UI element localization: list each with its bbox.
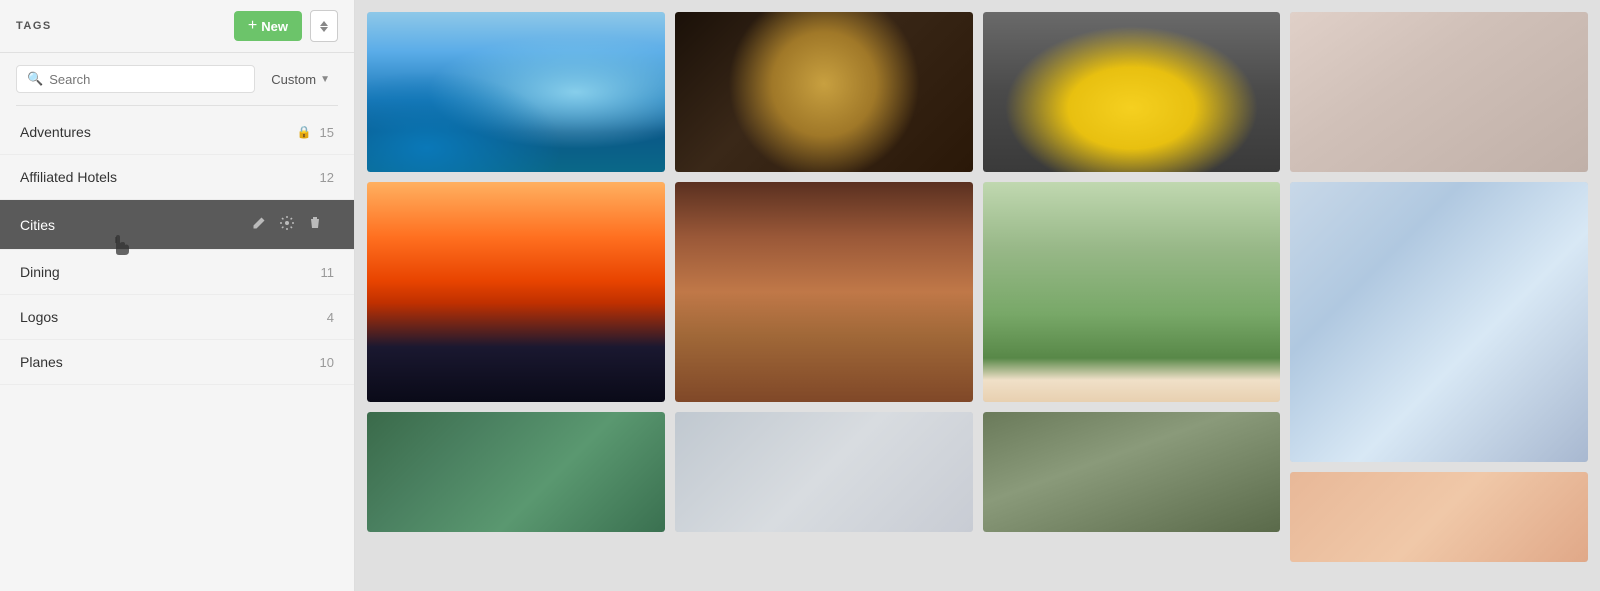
search-wrapper[interactable]: 🔍 — [16, 65, 255, 93]
tags-title: TAGS — [16, 20, 226, 32]
tag-name-planes: Planes — [20, 354, 320, 370]
tag-count-dining: 11 — [321, 265, 335, 280]
photo-item-greenery[interactable] — [367, 412, 665, 532]
tag-name-affiliated-hotels: Affiliated Hotels — [20, 169, 320, 185]
cursor-hand-icon — [108, 229, 132, 257]
plus-icon: + — [248, 17, 257, 35]
photo-grid — [367, 12, 1588, 562]
photo-item-warm[interactable] — [1290, 472, 1588, 562]
tag-list: Adventures 🔒 15 Affiliated Hotels 12 Cit… — [0, 110, 354, 591]
photo-nyc-sunset — [367, 182, 665, 402]
photo-item-venice[interactable] — [675, 182, 973, 402]
tag-item-adventures[interactable]: Adventures 🔒 15 — [0, 110, 354, 155]
photo-item-city-alt[interactable] — [983, 412, 1281, 532]
photo-item-clock[interactable] — [675, 12, 973, 172]
lock-icon-adventures: 🔒 — [297, 125, 312, 139]
chevron-up-icon — [320, 21, 328, 26]
photo-item-taxi[interactable] — [983, 12, 1281, 172]
tag-name-cities: Cities — [20, 217, 250, 233]
photo-venice — [675, 182, 973, 402]
photo-taxi — [983, 12, 1281, 172]
photo-whitewash — [1290, 182, 1588, 462]
chevron-down-icon — [320, 27, 328, 32]
tag-count-logos: 4 — [327, 310, 334, 325]
tag-item-logos[interactable]: Logos 4 — [0, 295, 354, 340]
pencil-icon — [252, 216, 266, 230]
photo-warm — [1290, 472, 1588, 562]
new-button-label: New — [261, 19, 288, 34]
photo-stairs — [1290, 12, 1588, 172]
gear-icon — [280, 216, 294, 230]
photo-item-stairs[interactable] — [1290, 12, 1588, 172]
delete-tag-button[interactable] — [306, 214, 324, 235]
sidebar-divider — [16, 105, 338, 106]
sidebar: TAGS + New 🔍 Custom ▼ Adventures 🔒 15 — [0, 0, 355, 591]
tag-name-logos: Logos — [20, 309, 327, 325]
sidebar-header: TAGS + New — [0, 0, 354, 53]
main-photo-grid-area — [355, 0, 1600, 591]
photo-item-whitewash[interactable] — [1290, 182, 1588, 462]
tag-item-cities[interactable]: Cities — [0, 200, 354, 250]
photo-gray — [675, 412, 973, 532]
tag-item-planes[interactable]: Planes 10 — [0, 340, 354, 385]
tag-item-dining[interactable]: Dining 11 — [0, 250, 354, 295]
search-icon: 🔍 — [27, 71, 43, 87]
sort-chevron-icon: ▼ — [320, 74, 330, 85]
settings-tag-button[interactable] — [278, 214, 296, 235]
photo-paris — [983, 182, 1281, 402]
trash-icon — [308, 216, 322, 230]
sort-label: Custom — [271, 72, 316, 87]
photo-greenery — [367, 412, 665, 532]
tag-item-affiliated-hotels[interactable]: Affiliated Hotels 12 — [0, 155, 354, 200]
search-sort-bar: 🔍 Custom ▼ — [0, 53, 354, 101]
search-input[interactable] — [49, 72, 244, 87]
photo-item-nyc-sunset[interactable] — [367, 182, 665, 402]
photo-item-gray[interactable] — [675, 412, 973, 532]
new-tag-button[interactable]: + New — [234, 11, 302, 41]
tag-count-adventures: 15 — [320, 125, 334, 140]
photo-item-paris[interactable] — [983, 182, 1281, 402]
photo-clock — [675, 12, 973, 172]
sort-dropdown[interactable]: Custom ▼ — [263, 67, 338, 92]
tag-name-dining: Dining — [20, 264, 321, 280]
sort-chevron-button[interactable] — [310, 10, 338, 42]
cities-tag-actions — [250, 214, 324, 235]
photo-city-alt — [983, 412, 1281, 532]
photo-item-dubai[interactable] — [367, 12, 665, 172]
edit-tag-button[interactable] — [250, 214, 268, 235]
tag-count-affiliated-hotels: 12 — [320, 170, 334, 185]
photo-dubai — [367, 12, 665, 172]
tag-name-adventures: Adventures — [20, 124, 297, 140]
tag-count-planes: 10 — [320, 355, 334, 370]
